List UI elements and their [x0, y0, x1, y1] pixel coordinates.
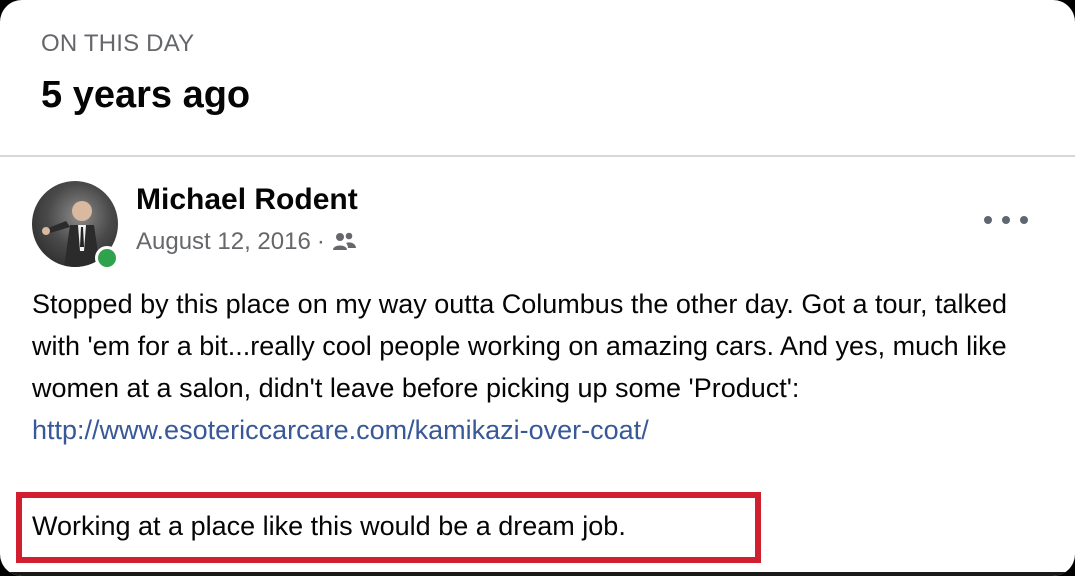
post-link[interactable]: http://www.esotericcarcare.com/kamikazi-…	[32, 415, 649, 445]
online-status-indicator	[95, 246, 119, 270]
section-eyebrow: ON THIS DAY	[41, 30, 195, 57]
more-horizontal-icon	[984, 216, 992, 224]
highlighted-sentence: Working at a place like this would be a …	[32, 511, 626, 541]
bottom-divider	[0, 572, 1075, 576]
card-header: ON THIS DAY 5 years ago	[0, 0, 1075, 157]
post-meta: August 12, 2016 ·	[136, 228, 357, 256]
post-text: Stopped by this place on my way outta Co…	[32, 283, 1042, 451]
post-date[interactable]: August 12, 2016	[136, 228, 311, 256]
memory-headline: 5 years ago	[41, 74, 251, 116]
post-body-text: Stopped by this place on my way outta Co…	[32, 289, 1008, 403]
friends-icon[interactable]	[331, 231, 357, 253]
post-author[interactable]: Michael Rodent	[136, 183, 358, 217]
on-this-day-card: ON THIS DAY 5 years ago Michael Rodent A…	[0, 0, 1075, 576]
meta-separator: ·	[316, 228, 325, 255]
more-options-button[interactable]	[984, 206, 1028, 234]
